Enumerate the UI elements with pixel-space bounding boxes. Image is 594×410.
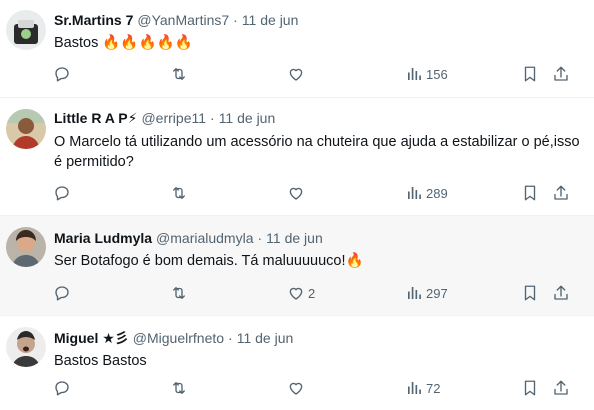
- bookmark-button[interactable]: [521, 183, 539, 203]
- tweet-date[interactable]: 11 de jun: [219, 109, 276, 127]
- retweet-icon: [173, 382, 185, 394]
- tweet-header: Sr.Martins 7 @YanMartins7 · 11 de jun: [54, 11, 298, 29]
- avatar-image: [6, 227, 46, 267]
- like-button[interactable]: [287, 378, 308, 398]
- retweet-icon: [173, 287, 185, 299]
- bookmark-icon: [524, 380, 536, 396]
- tweet-actions: 289: [0, 183, 594, 203]
- heart-icon: [289, 382, 303, 395]
- bookmark-icon: [524, 185, 536, 201]
- avatar[interactable]: [6, 10, 46, 50]
- bookmark-button[interactable]: [521, 378, 539, 398]
- separator: ·: [228, 330, 233, 346]
- tweet[interactable]: Sr.Martins 7 @YanMartins7 · 11 de jun Ba…: [0, 0, 594, 98]
- bookmark-button[interactable]: [521, 283, 539, 303]
- tweet-text: Bastos Bastos: [54, 353, 147, 369]
- author-handle[interactable]: @erripe11: [141, 109, 206, 127]
- retweet-button[interactable]: [170, 64, 191, 84]
- author-name[interactable]: Sr.Martins 7: [54, 11, 133, 29]
- reply-icon: [55, 67, 69, 82]
- avatar[interactable]: [6, 109, 46, 149]
- tweet-text: Ser Botafogo é bom demais. Tá maluuuuuco…: [54, 253, 364, 269]
- views-count: 156: [426, 66, 448, 82]
- retweet-button[interactable]: [170, 283, 191, 303]
- views-chart-icon: [408, 187, 421, 199]
- like-count: 2: [308, 285, 316, 301]
- reply-icon: [55, 286, 69, 301]
- separator: ·: [257, 230, 263, 246]
- views-count: 289: [426, 185, 448, 201]
- author-handle[interactable]: @Miguelrfneto: [133, 329, 224, 347]
- avatar[interactable]: [6, 327, 46, 367]
- share-button[interactable]: [552, 183, 570, 203]
- retweet-button[interactable]: [170, 183, 191, 203]
- retweet-icon: [173, 187, 185, 199]
- tweet[interactable]: Miguel ★彡 @Miguelrfneto · 11 de jun Bast…: [0, 316, 594, 410]
- views-chart-icon: [408, 382, 421, 394]
- tweet-date[interactable]: 11 de jun: [237, 329, 294, 347]
- avatar-image: [6, 327, 46, 367]
- tweet-text: Bastos 🔥🔥🔥🔥🔥: [54, 35, 193, 51]
- avatar[interactable]: [6, 227, 46, 267]
- tweet-header: Maria Ludmyla @marialudmyla · 11 de jun: [54, 229, 323, 247]
- bookmark-icon: [524, 285, 536, 301]
- reply-button[interactable]: [53, 378, 74, 398]
- heart-icon: [289, 68, 303, 81]
- separator: ·: [233, 12, 238, 28]
- views-button[interactable]: 156: [405, 64, 448, 84]
- views-button[interactable]: 289: [405, 183, 448, 203]
- tweet-actions: 72: [0, 378, 594, 398]
- author-handle[interactable]: @YanMartins7: [137, 11, 229, 29]
- share-icon: [554, 285, 568, 300]
- separator: ·: [210, 110, 215, 126]
- share-button[interactable]: [552, 64, 570, 84]
- like-button[interactable]: [287, 64, 308, 84]
- bookmark-icon: [524, 66, 536, 82]
- author-name[interactable]: Miguel ★彡: [54, 329, 129, 347]
- share-button[interactable]: [552, 283, 570, 303]
- views-chart-icon: [408, 287, 421, 299]
- share-button[interactable]: [552, 378, 570, 398]
- retweet-icon: [173, 68, 185, 80]
- tweet[interactable]: Little R A P⚡ @erripe11 · 11 de jun O Ma…: [0, 98, 594, 216]
- tweet-date[interactable]: 11 de jun: [266, 229, 323, 247]
- tweet-date[interactable]: 11 de jun: [242, 11, 299, 29]
- tweet[interactable]: Maria Ludmyla @marialudmyla · 11 de jun …: [0, 216, 594, 316]
- tweet-text: O Marcelo tá utilizando um acessório na …: [54, 134, 580, 170]
- bookmark-button[interactable]: [521, 64, 539, 84]
- avatar-image: [6, 10, 46, 50]
- avatar-image: [6, 109, 46, 149]
- views-button[interactable]: 72: [405, 378, 440, 398]
- views-chart-icon: [408, 68, 421, 80]
- share-icon: [554, 380, 568, 395]
- like-button[interactable]: [287, 183, 308, 203]
- reply-icon: [55, 186, 69, 201]
- tweet-header: Miguel ★彡 @Miguelrfneto · 11 de jun: [54, 329, 293, 347]
- author-name[interactable]: Little R A P⚡: [54, 109, 137, 127]
- views-count: 297: [426, 285, 448, 301]
- tweet-header: Little R A P⚡ @erripe11 · 11 de jun: [54, 109, 275, 127]
- like-button[interactable]: 2: [287, 283, 315, 303]
- heart-icon: [289, 287, 303, 300]
- tweet-actions: 156: [0, 64, 594, 84]
- reply-icon: [55, 381, 69, 396]
- reply-button[interactable]: [53, 183, 74, 203]
- tweet-actions: 2 297: [0, 283, 594, 303]
- retweet-button[interactable]: [170, 378, 191, 398]
- share-icon: [554, 185, 568, 200]
- author-handle[interactable]: @marialudmyla: [156, 229, 253, 247]
- views-count: 72: [426, 380, 441, 396]
- share-icon: [554, 66, 568, 81]
- reply-button[interactable]: [53, 64, 74, 84]
- reply-button[interactable]: [53, 283, 74, 303]
- heart-icon: [289, 187, 303, 200]
- views-button[interactable]: 297: [405, 283, 448, 303]
- author-name[interactable]: Maria Ludmyla: [54, 229, 152, 247]
